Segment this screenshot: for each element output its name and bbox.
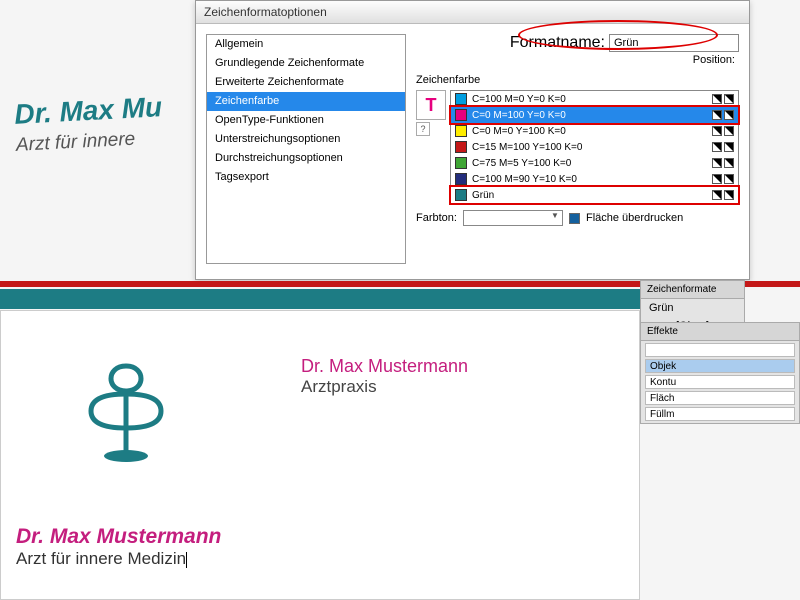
swatch-mode-icon <box>724 190 734 200</box>
swatch-row-4[interactable]: C=75 M=5 Y=100 K=0 <box>451 155 738 171</box>
overprint-checkbox[interactable] <box>569 213 580 224</box>
swatch-color-icon <box>455 157 467 169</box>
bottom-subtitle: Arzt für innere Medizin <box>16 549 186 568</box>
swatch-mode-icon <box>724 174 734 184</box>
swatch-mode-icon <box>724 158 734 168</box>
swatch-row-1[interactable]: C=0 M=100 Y=0 K=0 <box>451 107 738 123</box>
formatname-label: Formatname: <box>510 34 605 52</box>
section-zeichenfarbe: Zeichenfarbe <box>416 74 739 86</box>
fx-row-flaeche[interactable]: Fläch <box>645 391 795 405</box>
swatch-label: C=0 M=0 Y=100 K=0 <box>472 126 566 137</box>
swatch-mode-icon <box>724 142 734 152</box>
swatch-label: Grün <box>472 190 494 201</box>
cat-tagsexport[interactable]: Tagsexport <box>207 168 405 187</box>
bottom-name: Dr. Max Mustermann <box>16 525 221 549</box>
farbton-dropdown[interactable] <box>463 210 563 226</box>
zf-tab[interactable]: Zeichenformate <box>641 281 744 299</box>
text-cursor-icon <box>186 552 187 568</box>
cat-zeichenfarbe[interactable]: Zeichenfarbe <box>207 92 405 111</box>
swatch-mode-icon <box>724 94 734 104</box>
swatch-color-icon <box>455 141 467 153</box>
fx-input[interactable] <box>645 343 795 357</box>
swatch-color-icon <box>455 173 467 185</box>
background-sample-text: Dr. Max Mu Arzt für innere <box>14 91 165 157</box>
position-label: Position: <box>693 54 735 66</box>
cat-opentype[interactable]: OpenType-Funktionen <box>207 111 405 130</box>
swatch-label: C=100 M=0 Y=0 K=0 <box>472 94 566 105</box>
center-text-block: Dr. Max Mustermann Arztpraxis <box>301 356 468 397</box>
swatch-mode-icon <box>724 126 734 136</box>
swatch-type-icon <box>712 126 722 136</box>
swatch-color-icon <box>455 125 467 137</box>
medical-logo-icon <box>81 356 171 471</box>
swatch-row-0[interactable]: C=100 M=0 Y=0 K=0 <box>451 91 738 107</box>
text-color-proxy-icon[interactable]: T <box>416 90 446 120</box>
overprint-label: Fläche überdrucken <box>586 212 683 224</box>
swatch-type-icon <box>712 190 722 200</box>
swatch-color-icon <box>455 109 467 121</box>
teal-bar <box>0 289 640 309</box>
swatch-row-5[interactable]: C=100 M=90 Y=10 K=0 <box>451 171 738 187</box>
swatch-color-icon <box>455 93 467 105</box>
fx-row-kontu[interactable]: Kontu <box>645 375 795 389</box>
center-subtitle: Arztpraxis <box>301 377 468 397</box>
swatch-row-2[interactable]: C=0 M=0 Y=100 K=0 <box>451 123 738 139</box>
swatch-type-icon <box>712 94 722 104</box>
swatch-row-3[interactable]: C=15 M=100 Y=100 K=0 <box>451 139 738 155</box>
swatch-list: C=100 M=0 Y=0 K=0 C=0 M=100 Y=0 K=0 C=0 M=… <box>450 90 739 204</box>
cat-erweiterte[interactable]: Erweiterte Zeichenformate <box>207 73 405 92</box>
fx-tab[interactable]: Effekte <box>641 323 799 341</box>
center-name: Dr. Max Mustermann <box>301 356 468 377</box>
swatch-type-icon <box>712 142 722 152</box>
fx-row-objek[interactable]: Objek <box>645 359 795 373</box>
cat-allgemein[interactable]: Allgemein <box>207 35 405 54</box>
cat-unterstreichung[interactable]: Unterstreichungsoptionen <box>207 130 405 149</box>
effects-panel: Effekte Objek Kontu Fläch Füllm <box>640 322 800 424</box>
help-icon[interactable]: ? <box>416 122 430 136</box>
swatch-color-icon <box>455 189 467 201</box>
cat-grundlegende[interactable]: Grundlegende Zeichenformate <box>207 54 405 73</box>
swatch-label: C=0 M=100 Y=0 K=0 <box>472 110 566 121</box>
char-format-options-dialog: Zeichenformatoptionen Allgemein Grundleg… <box>195 0 750 280</box>
swatch-row-6[interactable]: Grün <box>451 187 738 203</box>
swatch-label: C=75 M=5 Y=100 K=0 <box>472 158 571 169</box>
formatname-input[interactable] <box>609 34 739 52</box>
bg-line-1: Dr. Max Mu <box>14 91 163 131</box>
dialog-title: Zeichenformatoptionen <box>196 1 749 24</box>
bg-line-2: Arzt für innere <box>15 127 164 157</box>
bottom-text-block[interactable]: Dr. Max Mustermann Arzt für innere Mediz… <box>16 525 221 569</box>
swatch-type-icon <box>712 158 722 168</box>
farbton-label: Farbton: <box>416 212 457 224</box>
category-list: Allgemein Grundlegende Zeichenformate Er… <box>206 34 406 264</box>
swatch-type-icon <box>712 174 722 184</box>
cat-durchstreichung[interactable]: Durchstreichungsoptionen <box>207 149 405 168</box>
swatch-type-icon <box>712 110 722 120</box>
swatch-label: C=100 M=90 Y=10 K=0 <box>472 174 577 185</box>
swatch-mode-icon <box>724 110 734 120</box>
fx-row-fuellm[interactable]: Füllm <box>645 407 795 421</box>
document-canvas: Dr. Max Mustermann Arztpraxis Dr. Max Mu… <box>0 310 640 600</box>
zf-current: Grün <box>641 299 744 317</box>
swatch-label: C=15 M=100 Y=100 K=0 <box>472 142 582 153</box>
